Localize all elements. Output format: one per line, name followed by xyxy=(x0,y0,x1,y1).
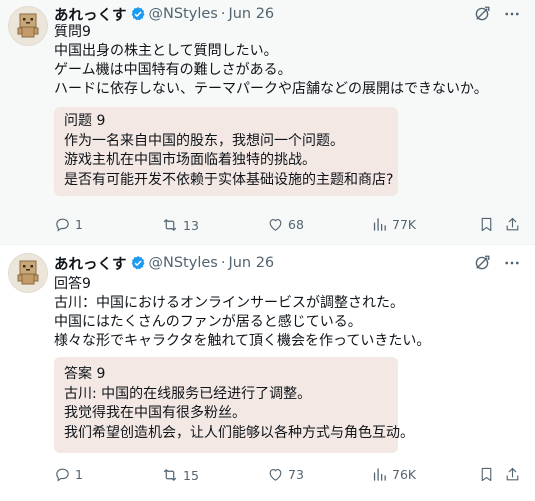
translation-line: 答案 9 xyxy=(64,366,106,382)
tweet-text-line: 様々な形でキャラクタを触れて頂く機会を作っていきたい。 xyxy=(54,333,431,349)
share-icon xyxy=(506,467,519,481)
repost-count: 13 xyxy=(183,217,199,233)
share-icon xyxy=(506,217,519,231)
views-button[interactable]: 77K xyxy=(371,216,416,233)
reply-count: 1 xyxy=(75,217,83,232)
like-button[interactable]: 73 xyxy=(267,466,304,483)
tweet-date[interactable]: Jun 26 xyxy=(228,6,274,22)
translation-line: 游戏主机在中国市场面临着独特的挑战。 xyxy=(64,152,316,168)
more-options-icon[interactable] xyxy=(503,254,521,272)
heart-icon xyxy=(269,468,282,481)
translation-box: 答案 9 古川: 中国的在线服务已经进行了调整。 我觉得我在中国有很多粉丝。 我… xyxy=(54,357,414,453)
author-name[interactable]: あれっくす xyxy=(54,4,127,25)
bookmark-button[interactable] xyxy=(478,466,495,483)
share-button[interactable] xyxy=(504,216,521,233)
tweet-header: あれっくす @NStyles · Jun 26 xyxy=(54,253,521,273)
like-count: 68 xyxy=(288,217,304,232)
bookmark-icon xyxy=(481,217,492,232)
translation-line: 我们希望创造机会，让人们能够以各种方式与角色互动。 xyxy=(64,424,414,441)
repost-button[interactable]: 13 xyxy=(161,216,199,234)
grok-icon[interactable] xyxy=(473,5,491,23)
tweet-text-line: 古川：中国におけるオンラインサービスが調整された。 xyxy=(54,295,404,311)
separator-dot: · xyxy=(220,6,226,22)
bookmark-button[interactable] xyxy=(478,216,495,233)
author-name[interactable]: あれっくす xyxy=(54,253,127,274)
tweet-text-line: 回答9 xyxy=(54,276,91,292)
like-count: 73 xyxy=(288,467,304,482)
author-handle[interactable]: @NStyles xyxy=(149,6,218,22)
translation-line: 作为一名来自中国的股东，我想问一个问题。 xyxy=(64,132,344,149)
reply-icon xyxy=(56,218,69,232)
grok-icon[interactable] xyxy=(473,254,491,272)
views-button[interactable]: 76K xyxy=(371,466,416,483)
tweet-text-line: ハードに依存しない、テーマパークや店舗などの展開はできないか。 xyxy=(54,81,488,97)
heart-icon xyxy=(269,218,282,231)
tweet-text-line: 中国にはたくさんのファンが居ると感じている。 xyxy=(54,314,362,330)
translation-line: 古川: 中国的在线服务已经进行了调整。 xyxy=(64,385,312,402)
tweet-actions: 1 13 68 77K xyxy=(54,216,519,236)
views-chart-icon xyxy=(373,468,386,481)
tweet-text: 回答9 古川：中国におけるオンラインサービスが調整された。 中国にはたくさんのフ… xyxy=(54,275,523,351)
repost-count: 15 xyxy=(183,467,199,483)
tweet-text-line: ゲーム機は中国特有の難しさがある。 xyxy=(54,62,292,78)
separator-dot: · xyxy=(220,255,226,271)
avatar[interactable] xyxy=(8,253,48,293)
author-handle[interactable]: @NStyles xyxy=(149,255,218,271)
translation-box: 问题 9 作为一名来自中国的股东，我想问一个问题。 游戏主机在中国市场面临着独特… xyxy=(54,107,398,196)
views-count: 77K xyxy=(392,217,417,232)
repost-button[interactable]: 15 xyxy=(161,466,199,484)
more-options-icon[interactable] xyxy=(503,5,521,23)
reply-button[interactable]: 1 xyxy=(54,466,83,483)
tweet-actions: 1 15 73 76K xyxy=(54,466,519,486)
bookmark-icon xyxy=(481,467,492,482)
verified-badge-icon xyxy=(130,255,146,271)
tweet-text: 質問9 中国出身の株主として質問したい。 ゲーム機は中国特有の難しさがある。 ハ… xyxy=(54,23,523,99)
translation-line: 问题 9 xyxy=(64,113,106,129)
tweet-1[interactable]: あれっくす @NStyles · Jun 26 質問9 中国出身の株主として質問… xyxy=(0,0,535,244)
views-count: 76K xyxy=(392,467,417,482)
avatar[interactable] xyxy=(8,6,48,46)
verified-badge-icon xyxy=(130,6,146,22)
reply-count: 1 xyxy=(75,467,83,482)
tweet-header: あれっくす @NStyles · Jun 26 xyxy=(54,4,521,24)
tweet-date[interactable]: Jun 26 xyxy=(228,255,274,271)
views-chart-icon xyxy=(373,218,386,231)
repost-icon xyxy=(163,219,177,231)
repost-icon xyxy=(163,469,177,481)
translation-line: 是否有可能开发不依赖于实体基础设施的主题和商店? xyxy=(64,171,394,188)
reply-button[interactable]: 1 xyxy=(54,216,83,233)
tweet-text-line: 中国出身の株主として質問したい。 xyxy=(54,43,278,59)
share-button[interactable] xyxy=(504,466,521,483)
reply-icon xyxy=(56,468,69,482)
tweet-2[interactable]: あれっくす @NStyles · Jun 26 回答9 古川：中国におけるオンラ… xyxy=(0,244,535,501)
like-button[interactable]: 68 xyxy=(267,216,304,233)
tweet-text-line: 質問9 xyxy=(54,24,91,40)
translation-line: 我觉得我在中国有很多粉丝。 xyxy=(64,405,246,421)
